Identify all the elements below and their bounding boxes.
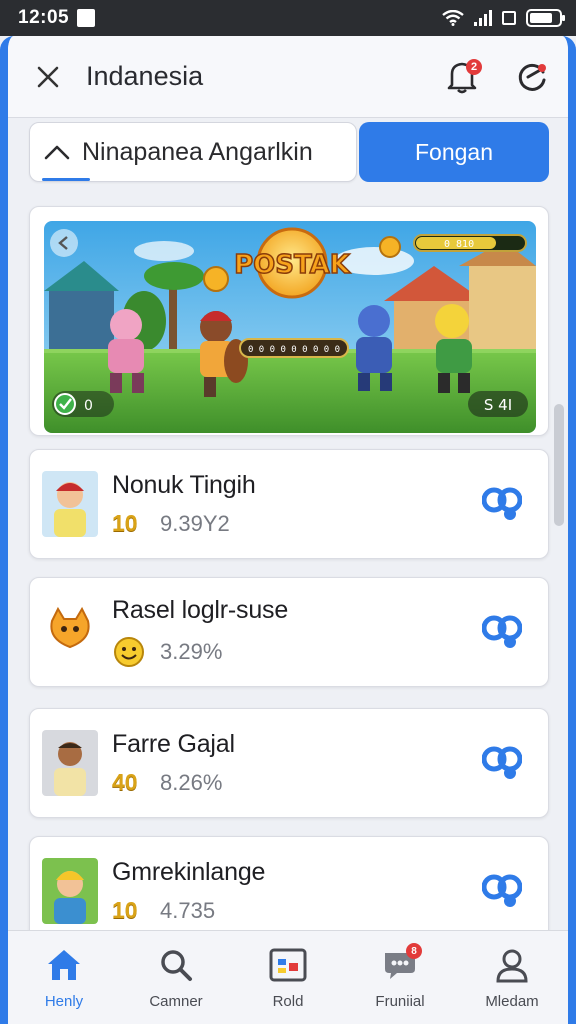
nav-chat[interactable]: 8 Fruniial <box>344 931 456 1024</box>
avatar <box>42 471 98 537</box>
item-stats: 40 8.26% <box>112 769 474 796</box>
featured-banner-card[interactable]: POSTAK 0 810 0 0 0 0 0 0 0 0 0 0 S 4I <box>29 206 549 436</box>
notification-icon <box>77 9 96 27</box>
wifi-icon <box>442 10 464 26</box>
refresh-button[interactable] <box>506 51 558 103</box>
nav-label: Mledam <box>485 993 539 1010</box>
chevron-up-icon[interactable] <box>44 144 70 160</box>
page-title: Indanesia <box>86 61 204 91</box>
smiley-icon <box>112 635 156 669</box>
app-window: Indanesia 2 Ninapanea Angarlkin Fongan P… <box>0 36 576 1024</box>
input-focus-underline <box>42 178 90 181</box>
nav-label: Henly <box>44 993 84 1010</box>
search-button[interactable]: Fongan <box>359 122 549 182</box>
item-name: Gmrekinlange <box>112 858 266 886</box>
banner-title: POSTAK <box>234 250 351 280</box>
item-badge: 40 <box>112 769 138 795</box>
game-banner-image[interactable]: POSTAK 0 810 0 0 0 0 0 0 0 0 0 0 S 4I <box>44 221 536 433</box>
group-icon <box>482 487 522 520</box>
chat-icon: 8 <box>378 943 422 987</box>
search-input[interactable]: Ninapanea Angarlkin <box>29 122 357 182</box>
nav-home[interactable]: Henly <box>8 931 120 1024</box>
status-icons <box>442 9 565 27</box>
score-display: 0 0 0 0 0 0 0 0 0 <box>248 345 340 355</box>
nav-label: Fruniial <box>375 993 425 1010</box>
check-icon <box>54 393 76 415</box>
notification-badge: 2 <box>466 58 482 75</box>
status-time: 12:05 <box>18 7 70 28</box>
top-bar: Indanesia 2 <box>8 36 568 118</box>
list-item-text: Farre Gajal 40 8.26% <box>112 730 474 796</box>
item-name: Rasel loglr-suse <box>112 595 289 624</box>
battery-icon <box>526 9 565 27</box>
item-name: Farre Gajal <box>112 730 235 758</box>
home-icon <box>42 943 86 987</box>
search-row: Ninapanea Angarlkin Fongan <box>29 122 549 182</box>
item-value: 8.26% <box>160 769 223 795</box>
nav-profile[interactable]: Mledam <box>456 931 568 1024</box>
join-group-button[interactable] <box>474 476 530 532</box>
item-badge: 10 <box>112 510 138 536</box>
join-group-button[interactable] <box>474 863 530 919</box>
nav-search[interactable]: Camner <box>120 931 232 1024</box>
avatar <box>42 730 98 796</box>
item-stats: 10 4.735 <box>112 897 474 924</box>
bottom-nav: Henly Camner Rold 8 Fruniial Mledam <box>8 930 568 1024</box>
scrollbar[interactable] <box>554 404 564 526</box>
top-counter: 0 810 <box>444 239 474 250</box>
nav-label: Camner <box>149 993 203 1010</box>
list-item-text: Gmrekinlange 10 4.735 <box>112 858 474 924</box>
item-stats: 3.29% <box>112 635 474 669</box>
banner-bottom-right: S 4I <box>484 396 512 414</box>
sim-icon <box>502 11 516 25</box>
avatar <box>42 599 98 665</box>
nav-board[interactable]: Rold <box>232 931 344 1024</box>
group-icon <box>482 874 522 907</box>
notifications-button[interactable]: 2 <box>436 51 488 103</box>
list-item-text: Rasel loglr-suse 3.29% <box>112 596 474 669</box>
item-badge: 10 <box>112 897 138 923</box>
profile-icon <box>490 943 534 987</box>
item-value: 4.735 <box>160 897 216 923</box>
list-item[interactable]: Nonuk Tingih 10 9.39Y2 <box>29 449 549 559</box>
item-value: 3.29% <box>160 638 223 664</box>
banner-bottom-left: 0 <box>84 398 93 414</box>
status-bar: 12:05 <box>0 0 576 36</box>
close-icon <box>37 66 59 87</box>
list-item[interactable]: Farre Gajal 40 8.26% <box>29 708 549 818</box>
close-button[interactable] <box>22 51 74 103</box>
list-item-text: Nonuk Tingih 10 9.39Y2 <box>112 471 474 537</box>
avatar <box>42 858 98 924</box>
banner-back-icon[interactable] <box>50 229 78 257</box>
search-icon <box>154 943 198 987</box>
board-icon <box>266 943 310 987</box>
group-icon <box>482 615 522 648</box>
nav-label: Rold <box>272 993 304 1010</box>
list-item[interactable]: Rasel loglr-suse 3.29% <box>29 577 549 687</box>
join-group-button[interactable] <box>474 735 530 791</box>
item-name: Nonuk Tingih <box>112 471 256 499</box>
join-group-button[interactable] <box>474 604 530 660</box>
refresh-icon <box>518 63 546 91</box>
item-value: 9.39Y2 <box>160 510 230 536</box>
item-stats: 10 9.39Y2 <box>112 510 474 537</box>
group-icon <box>482 746 522 779</box>
search-input-text: Ninapanea Angarlkin <box>82 137 313 166</box>
chat-badge: 8 <box>406 943 422 959</box>
signal-icon <box>474 10 492 26</box>
